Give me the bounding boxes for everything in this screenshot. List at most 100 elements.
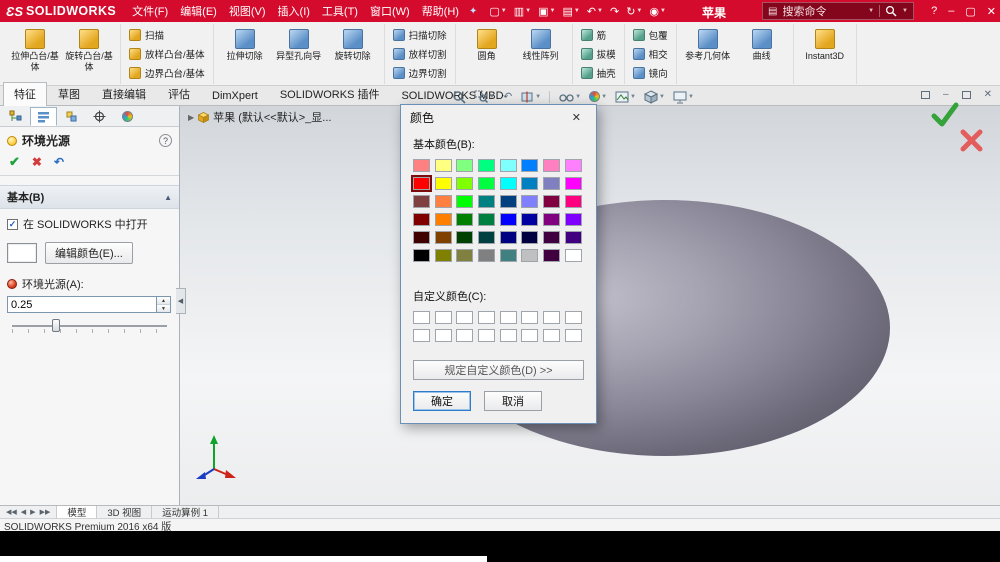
color-swatch[interactable] — [564, 213, 582, 226]
menu-item[interactable]: 视图(V) — [223, 0, 272, 23]
ribbon-button-loft-boss[interactable]: 放样凸台/基体 — [126, 45, 208, 63]
menu-item[interactable]: 插入(I) — [272, 0, 316, 23]
color-swatch[interactable] — [499, 249, 517, 262]
scroll-left-icon[interactable]: ◀ — [21, 508, 26, 516]
ribbon-button-shell[interactable]: 抽壳 — [578, 64, 619, 82]
color-swatch[interactable] — [434, 177, 452, 190]
print-button[interactable]: ▤ ▼ — [560, 5, 581, 18]
ribbon-button-intersect[interactable]: 相交 — [630, 45, 671, 63]
ribbon-button-sweep[interactable]: 扫描 — [126, 26, 167, 44]
tab-evaluate[interactable]: 评估 — [157, 82, 201, 105]
custom-color-swatch[interactable] — [456, 311, 474, 324]
custom-color-swatch[interactable] — [564, 311, 582, 324]
display-style-icon[interactable]: ▼ — [673, 90, 694, 104]
open-in-solidworks-row[interactable]: ✓ 在 SOLIDWORKS 中打开 — [0, 209, 179, 236]
confirm-ok-icon[interactable] — [930, 101, 960, 128]
color-swatch[interactable] — [478, 177, 496, 190]
color-swatch[interactable] — [413, 195, 430, 208]
menu-item[interactable]: 编辑(E) — [174, 0, 223, 23]
custom-color-swatch[interactable] — [543, 329, 561, 342]
scroll-right-icon[interactable]: ▶ — [30, 508, 35, 516]
scroll-last-icon[interactable]: ▶▶ — [40, 508, 51, 516]
color-swatch[interactable] — [543, 231, 561, 244]
color-swatch[interactable] — [499, 231, 517, 244]
color-swatch[interactable] — [521, 213, 539, 226]
custom-color-swatch[interactable] — [478, 329, 496, 342]
search-icon[interactable] — [885, 5, 897, 17]
color-swatch[interactable] — [478, 231, 496, 244]
color-swatch[interactable] — [413, 231, 430, 244]
color-swatch[interactable] — [543, 249, 561, 262]
ribbon-button-lofted-cut[interactable]: 放样切割 — [390, 45, 450, 63]
confirm-cancel-icon[interactable] — [959, 128, 984, 153]
color-swatch[interactable] — [564, 231, 582, 244]
color-swatch[interactable] — [478, 249, 496, 262]
ribbon-button-boundary-cut[interactable]: 边界切割 — [390, 64, 450, 82]
ribbon-button-extruded-cut[interactable]: 拉伸切除 — [219, 25, 271, 83]
color-swatch[interactable] — [434, 249, 452, 262]
pin-menu-icon[interactable]: ✦ — [465, 6, 481, 17]
undo-icon[interactable]: ↶ — [54, 155, 64, 169]
slider-track[interactable] — [12, 325, 167, 327]
custom-color-swatch[interactable] — [413, 311, 430, 324]
options-button[interactable]: ◉ ▼ — [647, 5, 668, 18]
color-swatch[interactable] — [543, 213, 561, 226]
appearances-icon[interactable]: ▼ — [589, 91, 607, 102]
color-swatch[interactable] — [413, 159, 430, 172]
scroll-first-icon[interactable]: ◀◀ — [6, 508, 17, 516]
color-swatch[interactable] — [521, 177, 539, 190]
spinner-up-icon[interactable]: ▲ — [157, 297, 170, 305]
color-swatch[interactable] — [521, 195, 539, 208]
color-swatch[interactable] — [434, 159, 452, 172]
color-swatch[interactable] — [478, 195, 496, 208]
view-settings-icon[interactable]: ▼ — [558, 90, 581, 104]
menu-item[interactable]: 帮助(H) — [416, 0, 465, 23]
slider-thumb[interactable] — [52, 319, 60, 332]
color-swatch[interactable] — [413, 213, 430, 226]
tab-features[interactable]: 特征 — [3, 82, 47, 106]
ribbon-button-swept-cut[interactable]: 扫描切除 — [390, 26, 450, 44]
ribbon-button-instant3d[interactable]: Instant3D — [799, 25, 851, 83]
color-swatch[interactable] — [543, 195, 561, 208]
color-swatch[interactable] — [456, 249, 474, 262]
restore-doc-icon[interactable] — [921, 90, 931, 99]
ribbon-button-curves[interactable]: 曲线 — [736, 25, 788, 83]
color-swatch[interactable] — [478, 159, 496, 172]
custom-color-swatch[interactable] — [413, 329, 430, 342]
tree-item-label[interactable]: 苹果 (默认<<默认>_显... — [213, 109, 331, 125]
custom-color-swatch[interactable] — [499, 329, 517, 342]
custom-color-swatch[interactable] — [478, 311, 496, 324]
ribbon-button-boundary-boss[interactable]: 边界凸台/基体 — [126, 64, 208, 82]
color-swatch[interactable] — [499, 195, 517, 208]
tab-motion-study[interactable]: 运动算例 1 — [152, 506, 220, 519]
ribbon-button-mirror[interactable]: 镜向 — [630, 64, 671, 82]
tab-3d-views[interactable]: 3D 视图 — [97, 506, 153, 519]
search-command-box[interactable]: ▤ 搜索命令 ▼ ▼ — [762, 2, 914, 20]
close-button[interactable]: ✕ — [987, 5, 996, 18]
menu-item[interactable]: 窗口(W) — [364, 0, 416, 23]
redo-button[interactable]: ↷ — [608, 5, 621, 18]
dimxpert-manager-tab[interactable] — [86, 107, 113, 126]
color-swatch[interactable] — [456, 177, 474, 190]
color-swatch[interactable] — [499, 213, 517, 226]
color-swatch[interactable] — [456, 213, 474, 226]
minimize-button[interactable]: – — [948, 5, 954, 17]
ambient-value-input[interactable] — [7, 296, 157, 313]
view-orientation-icon[interactable]: ▼ — [643, 89, 665, 104]
tab-dimxpert[interactable]: DimXpert — [201, 86, 269, 105]
color-swatch[interactable] — [521, 231, 539, 244]
configuration-manager-tab[interactable] — [58, 107, 85, 126]
spinner-down-icon[interactable]: ▼ — [157, 305, 170, 312]
ribbon-button-wrap[interactable]: 包覆 — [630, 26, 671, 44]
section-view-icon[interactable]: ▼ — [520, 90, 541, 104]
basic-section-header[interactable]: 基本(B) ▲ — [0, 185, 179, 209]
custom-color-swatch[interactable] — [499, 311, 517, 324]
ribbon-button-fillet[interactable]: 圆角 — [461, 25, 513, 83]
custom-color-swatch[interactable] — [434, 329, 452, 342]
custom-color-swatch[interactable] — [434, 311, 452, 324]
open-button[interactable]: ▥ ▼ — [512, 5, 533, 18]
zoom-to-area-icon[interactable]: ▼ — [474, 90, 495, 104]
tab-direct-editing[interactable]: 直接编辑 — [91, 82, 157, 105]
ribbon-button-revolved-cut[interactable]: 旋转切除 — [327, 25, 379, 83]
ribbon-button-extrude-boss[interactable]: 拉伸凸台/基体 — [9, 25, 61, 83]
